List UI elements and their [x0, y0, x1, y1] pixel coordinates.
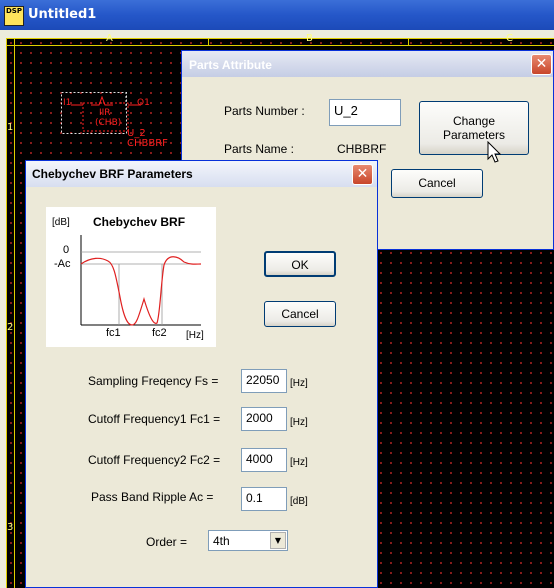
- column-divider: [208, 38, 209, 46]
- response-graph: [dB] Chebychev BRF 0 -Ac fc1 fc2 [Hz]: [46, 207, 216, 347]
- chebychev-brf-dialog: Chebychev BRF Parameters ✕ [dB] Chebyche…: [25, 160, 378, 588]
- block-text-iir: IIR: [99, 108, 111, 118]
- graph-x-tick-fc1: fc1: [106, 327, 121, 339]
- parts-attribute-title-bar: Parts Attribute ✕: [182, 51, 553, 77]
- change-parameters-button[interactable]: Change Parameters: [419, 101, 529, 155]
- order-select[interactable]: 4th ▼: [208, 530, 288, 551]
- sampling-frequency-label: Sampling Freqency Fs =: [88, 374, 219, 388]
- pass-band-ripple-input[interactable]: 0.1: [241, 487, 287, 511]
- part-name-label: CHBBRF: [127, 138, 168, 149]
- frame-top: [6, 38, 554, 39]
- graph-y-tick-zero: 0: [63, 244, 70, 256]
- graph-x-unit: [Hz]: [186, 330, 204, 341]
- column-label-a: A: [106, 33, 113, 44]
- app-icon: DSP: [4, 6, 24, 26]
- cutoff-frequency1-unit: [Hz]: [290, 417, 308, 428]
- close-icon: ✕: [535, 56, 548, 72]
- chebychev-title-bar: Chebychev BRF Parameters ✕: [26, 161, 377, 187]
- cutoff-frequency1-label: Cutoff Frequency1 Fc1 =: [88, 412, 221, 426]
- main-title-bar: DSP Untitled1: [0, 0, 554, 30]
- window-title: Untitled1: [28, 7, 97, 22]
- parts-attribute-cancel-button[interactable]: Cancel: [391, 169, 483, 198]
- cutoff-frequency2-input[interactable]: 4000: [241, 448, 287, 472]
- input-pin-label: I1: [63, 98, 72, 108]
- parts-attribute-close-button[interactable]: ✕: [531, 54, 552, 75]
- sampling-frequency-unit: [Hz]: [290, 378, 308, 389]
- row-label-2: 2: [7, 322, 14, 333]
- column-divider: [408, 38, 409, 46]
- column-label-b: B: [306, 33, 313, 44]
- sampling-frequency-input[interactable]: 22050: [241, 369, 287, 393]
- close-icon: ✕: [356, 166, 369, 182]
- chevron-down-icon[interactable]: ▼: [270, 532, 286, 549]
- cutoff-frequency2-unit: [Hz]: [290, 457, 308, 468]
- row-label-3: 3: [7, 522, 14, 533]
- graph-title: Chebychev BRF: [93, 215, 186, 229]
- order-select-value: 4th: [213, 534, 230, 548]
- pass-band-ripple-unit: [dB]: [290, 496, 308, 507]
- pass-band-ripple-label: Pass Band Ripple Ac =: [91, 490, 214, 504]
- part-number-label: Parts Number :: [224, 104, 305, 118]
- chebychev-close-button[interactable]: ✕: [352, 164, 373, 185]
- part-number-input[interactable]: U_2: [329, 99, 401, 126]
- block-text-chb: (CHB): [95, 118, 122, 128]
- change-parameters-line2: Parameters: [442, 128, 506, 142]
- row-label-1: 1: [7, 122, 14, 133]
- frame-left: [6, 38, 7, 588]
- chebychev-title: Chebychev BRF Parameters: [32, 167, 193, 181]
- graph-y-tick-ac: -Ac: [54, 258, 71, 270]
- column-label-c: C: [506, 33, 513, 44]
- chebychev-cancel-button[interactable]: Cancel: [264, 301, 336, 327]
- order-label: Order =: [146, 535, 188, 549]
- frame-row-line: [14, 38, 15, 588]
- ok-button[interactable]: OK: [264, 251, 336, 277]
- change-parameters-line1: Change: [452, 114, 496, 128]
- cutoff-frequency2-label: Cutoff Frequency2 Fc2 =: [88, 453, 221, 467]
- brf-response-curve: [80, 256, 202, 326]
- parts-attribute-title: Parts Attribute: [189, 58, 272, 72]
- part-name-label: Parts Name :: [224, 142, 295, 156]
- mouse-cursor-icon: [487, 141, 502, 163]
- output-pin-label: O1: [137, 98, 150, 108]
- cutoff-frequency1-input[interactable]: 2000: [241, 407, 287, 431]
- graph-x-tick-fc2: fc2: [152, 327, 167, 339]
- graph-y-unit: [dB]: [52, 217, 70, 228]
- frame-header-line: [6, 45, 554, 46]
- part-name-value: CHBBRF: [337, 142, 387, 156]
